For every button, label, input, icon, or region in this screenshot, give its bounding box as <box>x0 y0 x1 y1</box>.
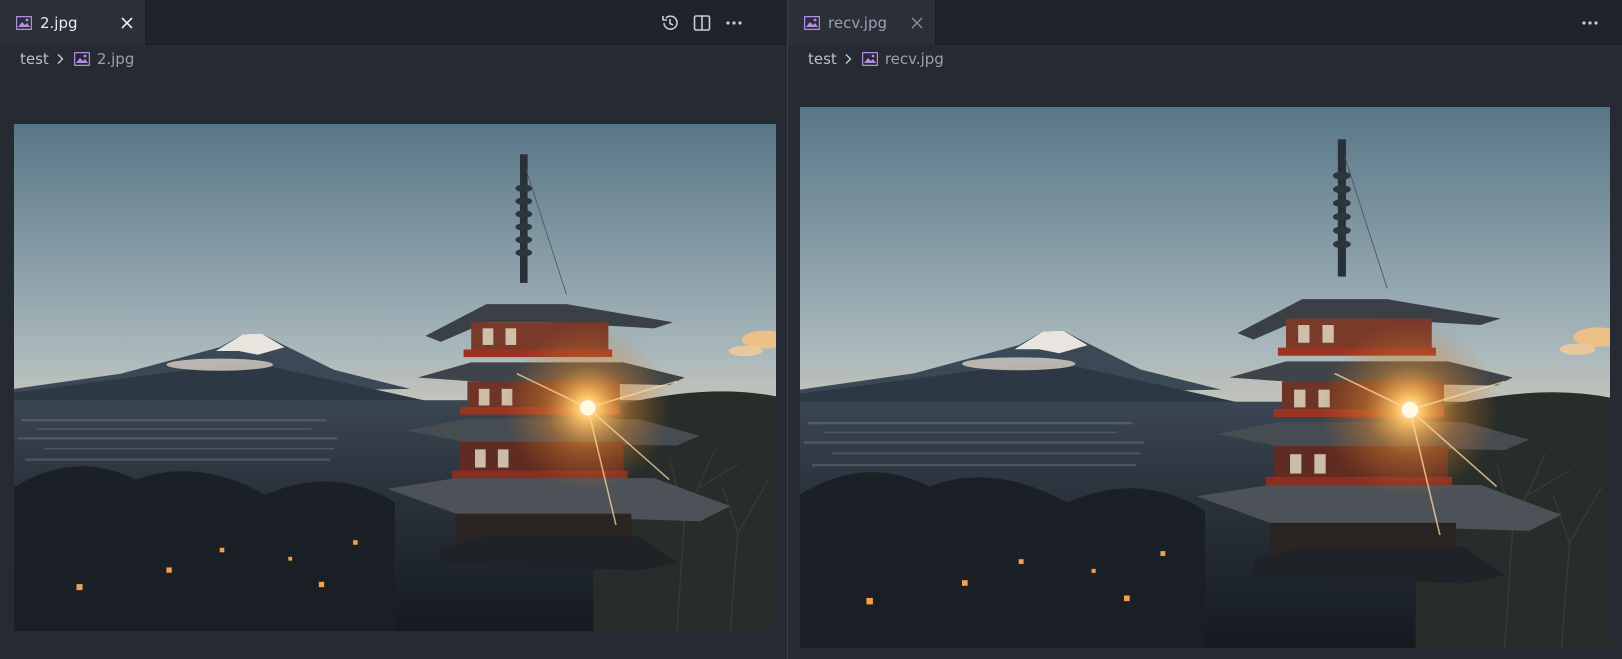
more-actions-icon[interactable] <box>1574 7 1606 39</box>
image-file-icon <box>73 52 90 66</box>
editor-actions <box>1574 0 1606 45</box>
tab-label: 2.jpg <box>40 13 78 32</box>
more-actions-icon[interactable] <box>718 7 750 39</box>
image-file-icon <box>16 15 32 30</box>
history-icon[interactable] <box>654 7 686 39</box>
breadcrumb: test recv.jpg <box>808 48 944 70</box>
tab-label: recv.jpg <box>828 13 888 32</box>
chevron-right-icon <box>55 53 67 65</box>
tab-2-jpg[interactable]: 2.jpg <box>0 0 146 45</box>
editor-actions <box>654 0 750 45</box>
tab-bar: 2.jpg <box>0 0 787 45</box>
image-file-icon <box>861 52 878 66</box>
tab-bar: recv.jpg <box>788 0 1622 45</box>
split-editor-icon[interactable] <box>686 7 718 39</box>
tab-recv-jpg[interactable]: recv.jpg <box>788 0 936 45</box>
breadcrumb-file[interactable]: recv.jpg <box>885 50 944 68</box>
editor-pane-left: 2.jpg test 2.jpg <box>0 0 787 659</box>
chevron-right-icon <box>843 53 855 65</box>
image-file-icon <box>804 15 820 30</box>
breadcrumb-folder[interactable]: test <box>808 50 837 68</box>
image-preview <box>800 107 1610 648</box>
breadcrumb: test 2.jpg <box>20 48 134 70</box>
close-tab-icon[interactable] <box>119 15 135 31</box>
close-tab-icon[interactable] <box>909 15 925 31</box>
breadcrumb-folder[interactable]: test <box>20 50 49 68</box>
editor-pane-right: recv.jpg test recv.jpg <box>788 0 1622 659</box>
breadcrumb-file[interactable]: 2.jpg <box>97 50 135 68</box>
image-preview <box>14 124 776 631</box>
